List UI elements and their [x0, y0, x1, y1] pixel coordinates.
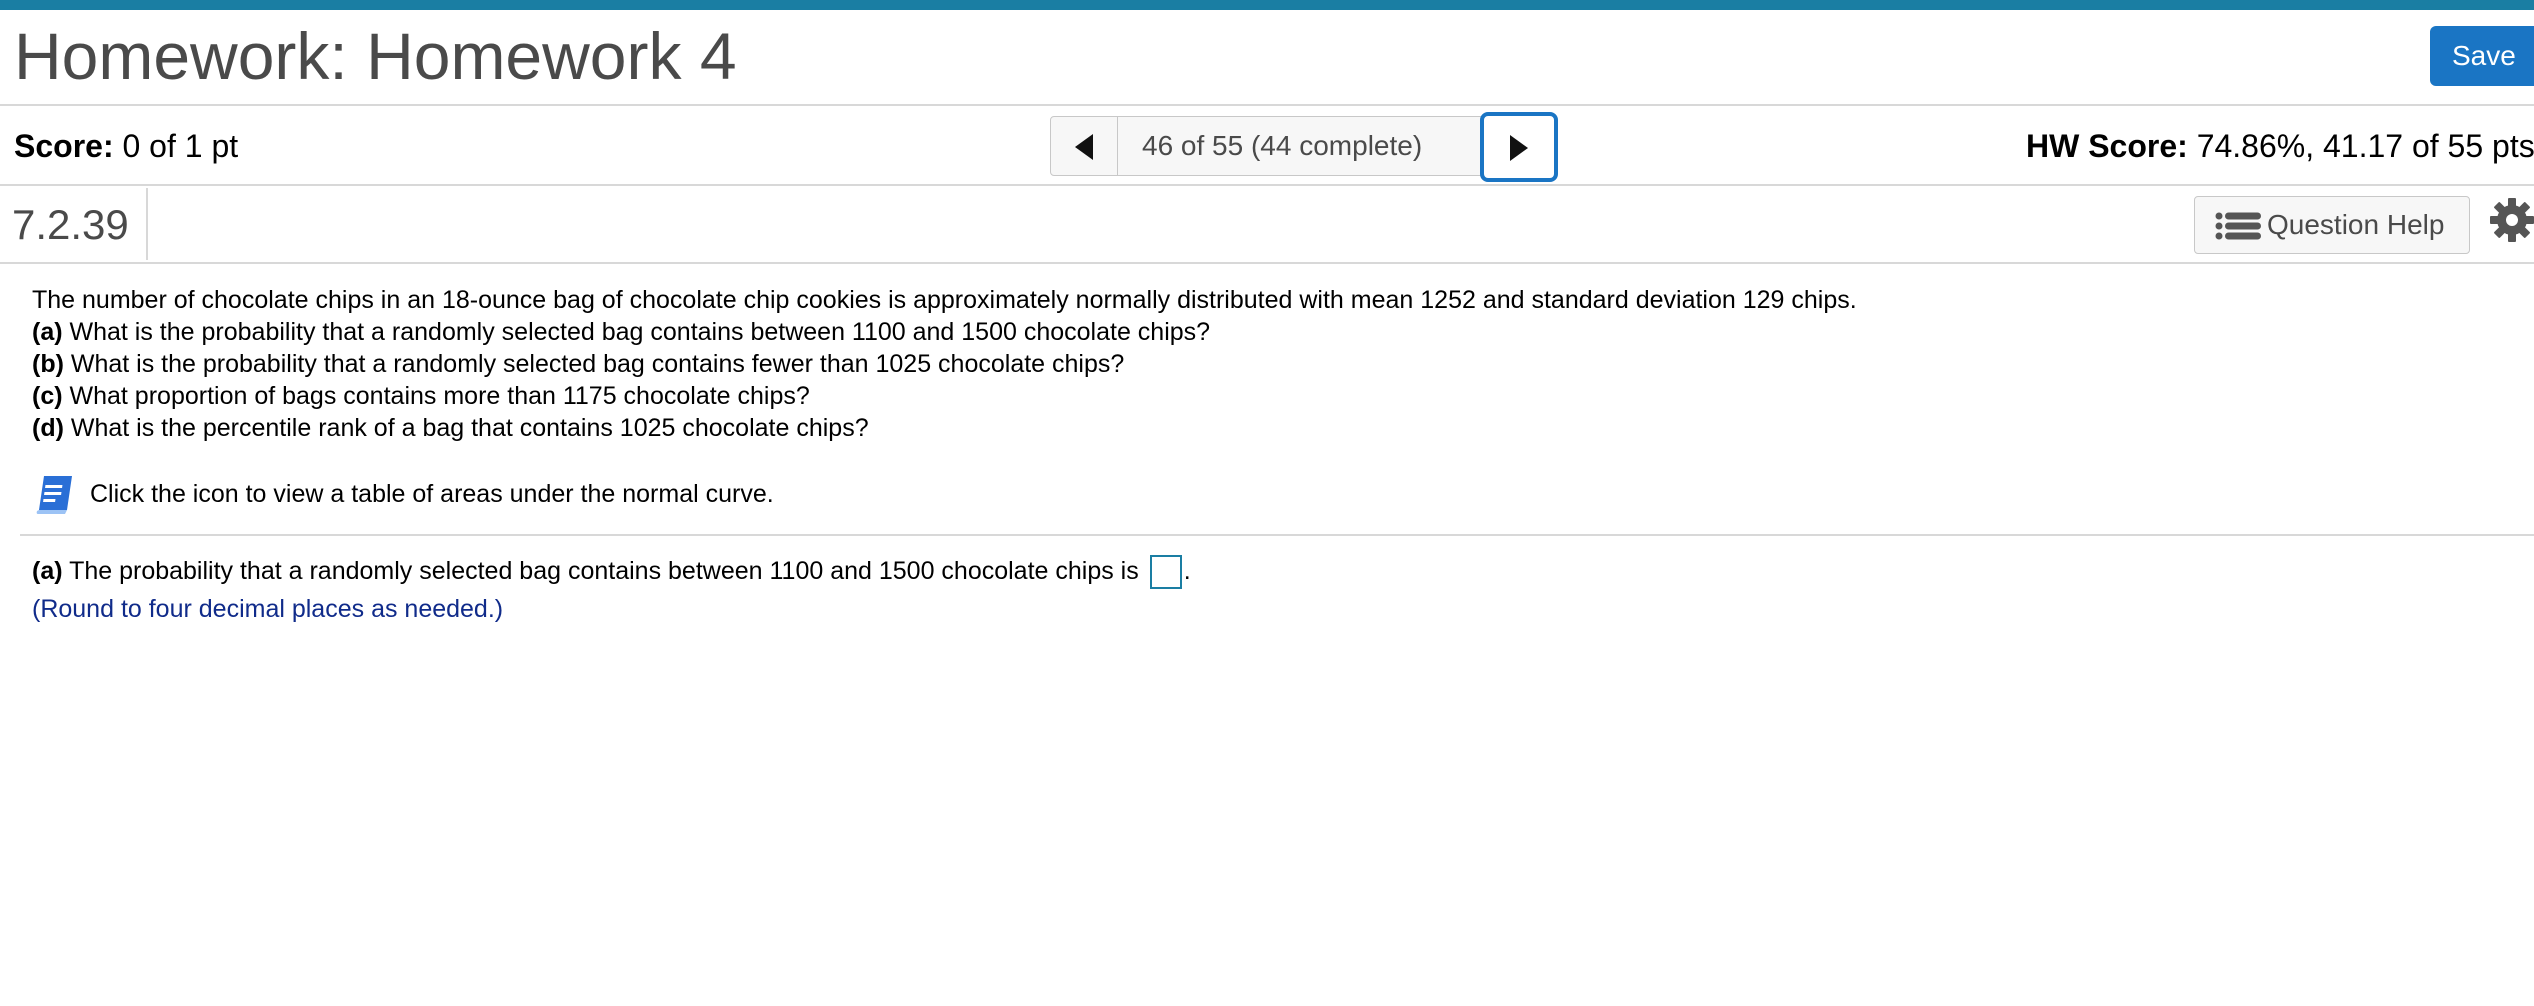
top-accent-bar: [0, 0, 2534, 10]
question-select-dropdown[interactable]: 46 of 55 (44 complete): [1117, 116, 1531, 176]
answer-input[interactable]: [1149, 555, 1182, 590]
part-tag: (a): [32, 318, 63, 346]
answer-text: The probability that a randomly selected…: [69, 557, 1139, 585]
rounding-hint: (Round to four decimal places as needed.…: [32, 595, 504, 623]
save-button[interactable]: Save: [2430, 26, 2534, 86]
gear-icon[interactable]: [2490, 198, 2534, 242]
score-label: Score:: [14, 128, 114, 164]
question-number-divider: [146, 188, 148, 260]
list-icon: [2215, 212, 2261, 240]
book-icon[interactable]: [34, 474, 76, 516]
hw-score-value: 74.86%, 41.17 of 55 pts: [2196, 128, 2534, 164]
header-divider: [0, 104, 2534, 106]
normal-table-text: Click the icon to view a table of areas …: [90, 480, 774, 508]
question-help-button[interactable]: Question Help: [2194, 196, 2470, 254]
page-title: Homework: Homework 4: [14, 19, 737, 93]
question-part-b: (b) What is the probability that a rando…: [32, 348, 2492, 380]
question-part-c: (c) What proportion of bags contains mor…: [32, 380, 2492, 412]
triangle-left-icon: [1075, 134, 1093, 160]
question-text: The number of chocolate chips in an 18-o…: [32, 284, 2492, 444]
answer-tag: (a): [32, 557, 63, 585]
triangle-right-icon: [1510, 135, 1528, 161]
next-question-button[interactable]: [1480, 112, 1558, 182]
answer-prompt: (a) The probability that a randomly sele…: [32, 554, 1191, 590]
part-text: What is the probability that a randomly …: [69, 318, 1211, 346]
part-tag: (d): [32, 414, 64, 442]
answer-suffix: .: [1183, 557, 1191, 585]
hw-score-label: HW Score:: [2026, 128, 2188, 164]
hw-score-display: HW Score: 74.86%, 41.17 of 55 pts: [2026, 126, 2534, 166]
answer-divider: [20, 534, 2534, 536]
part-text: What proportion of bags contains more th…: [69, 382, 810, 410]
part-text: What is the probability that a randomly …: [70, 350, 1125, 378]
previous-question-button[interactable]: [1050, 116, 1118, 176]
question-position-label: 46 of 55 (44 complete): [1142, 130, 1423, 161]
question-help-label: Question Help: [2267, 209, 2445, 240]
question-part-a: (a) What is the probability that a rando…: [32, 316, 2492, 348]
question-number: 7.2.39: [12, 201, 129, 248]
part-tag: (b): [32, 350, 64, 378]
question-part-d: (d) What is the percentile rank of a bag…: [32, 412, 2492, 444]
question-header-divider: [0, 262, 2534, 264]
score-divider: [0, 184, 2534, 186]
part-tag: (c): [32, 382, 63, 410]
part-text: What is the percentile rank of a bag tha…: [70, 414, 869, 442]
score-display: Score: 0 of 1 pt: [14, 126, 238, 166]
question-intro: The number of chocolate chips in an 18-o…: [32, 286, 1857, 314]
score-value: 0 of 1 pt: [122, 128, 239, 164]
